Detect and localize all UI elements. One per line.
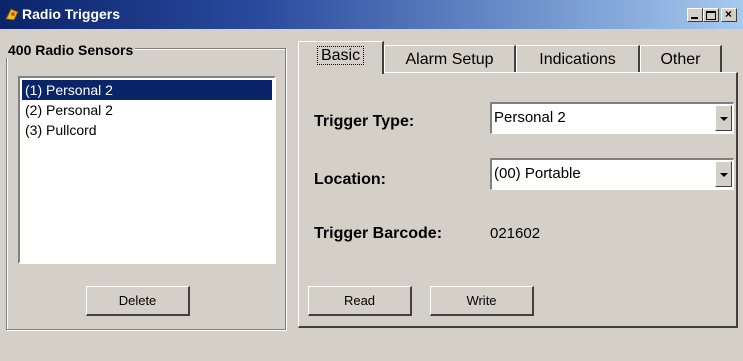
trigger-type-dropdown-button[interactable] — [715, 105, 732, 131]
sensor-list-item-2[interactable]: (2) Personal 2 — [22, 100, 272, 120]
sensors-group-label: 400 Radio Sensors — [6, 42, 136, 58]
tab-basic-label: Basic — [316, 46, 365, 65]
trigger-type-label: Trigger Type: — [314, 113, 415, 130]
maximize-button[interactable] — [703, 8, 719, 22]
trigger-type-select[interactable]: Personal 2 — [490, 102, 734, 134]
tab-other[interactable]: Other — [640, 45, 722, 73]
close-icon: × — [725, 7, 733, 21]
read-button[interactable]: Read — [308, 286, 412, 316]
trigger-barcode-label: Trigger Barcode: — [314, 225, 443, 242]
sensor-list-item-1[interactable]: (1) Personal 2 — [22, 80, 272, 100]
sensor-list-item-3[interactable]: (3) Pullcord — [22, 120, 272, 140]
write-button[interactable]: Write — [430, 286, 534, 316]
trigger-barcode-value: 021602 — [490, 225, 541, 242]
location-label: Location: — [314, 171, 386, 188]
location-dropdown-button[interactable] — [715, 161, 732, 187]
minimize-icon — [691, 17, 698, 19]
tab-alarm-setup[interactable]: Alarm Setup — [384, 45, 516, 73]
sensor-list[interactable]: (1) Personal 2 (2) Personal 2 (3) Pullco… — [18, 76, 276, 264]
close-button[interactable]: × — [721, 7, 737, 22]
chevron-down-icon — [720, 173, 728, 177]
chevron-down-icon — [720, 117, 728, 121]
delete-button[interactable]: Delete — [86, 286, 190, 316]
tab-indications[interactable]: Indications — [516, 45, 640, 73]
maximize-icon — [706, 11, 716, 20]
window-title: Radio Triggers — [22, 6, 121, 22]
app-icon — [5, 8, 19, 21]
title-bar[interactable]: Radio Triggers × — [0, 0, 743, 29]
location-select[interactable]: (00) Portable — [490, 158, 734, 190]
tab-basic[interactable]: Basic — [298, 41, 384, 74]
location-value: (00) Portable — [494, 165, 581, 182]
minimize-button[interactable] — [687, 8, 703, 22]
trigger-type-value: Personal 2 — [494, 109, 566, 126]
